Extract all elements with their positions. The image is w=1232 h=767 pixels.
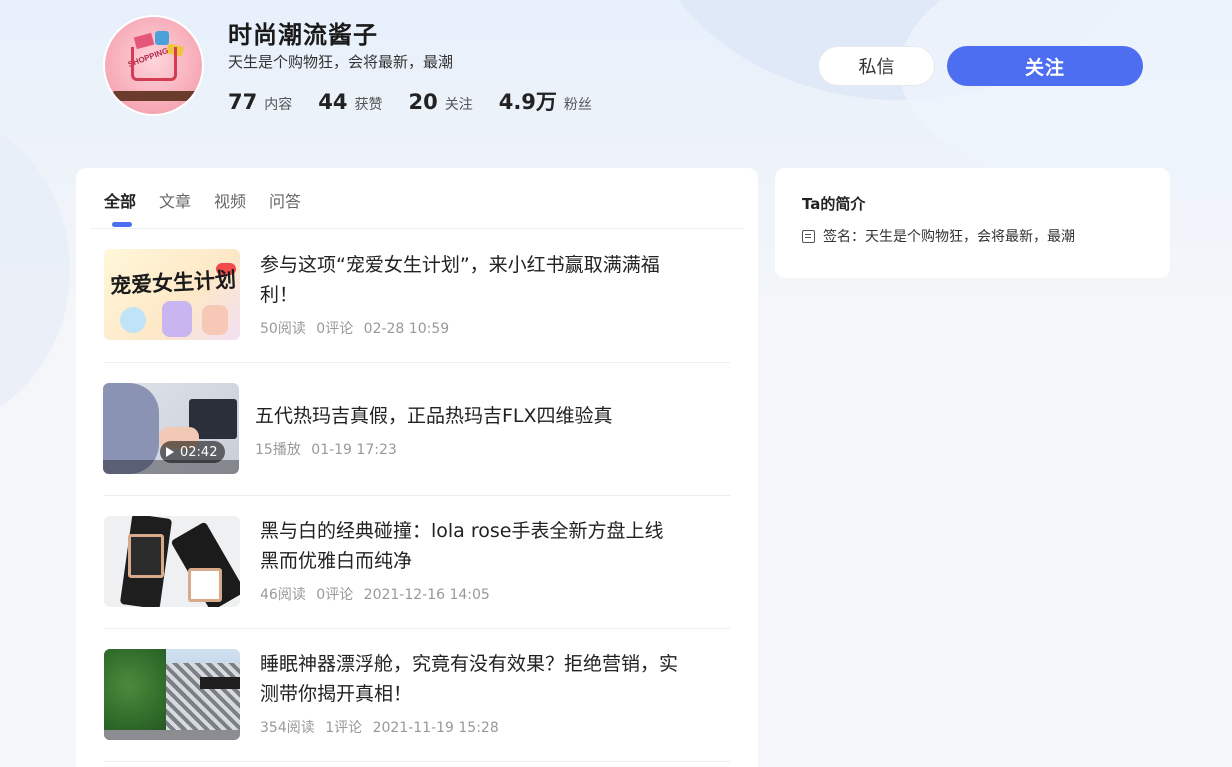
- stat-likes: 44 获赞: [318, 90, 382, 114]
- tab-all[interactable]: 全部: [104, 188, 136, 228]
- intro-card: Ta的简介 签名：天生是个购物狂，会将最新，最潮: [775, 168, 1170, 278]
- item-title[interactable]: 五代热玛吉真假，正品热玛吉FLX四维验真: [255, 401, 675, 431]
- play-icon: [166, 447, 174, 457]
- item-title[interactable]: 黑与白的经典碰撞：lola rose手表全新方盘上线 黑而优雅白而纯净: [260, 516, 680, 576]
- shopping-cart-icon: [131, 47, 177, 81]
- item-title[interactable]: 睡眠神器漂浮舱，究竟有没有效果？拒绝营销，实测带你揭开真相！: [260, 649, 680, 709]
- stat-value: 20: [408, 90, 438, 114]
- play-count: 15播放: [255, 442, 301, 458]
- video-duration: 02:42: [180, 444, 218, 460]
- item-meta: 46阅读 0评论 2021-12-16 14:05: [260, 584, 496, 604]
- publish-time: 2021-11-19 15:28: [372, 720, 499, 736]
- signature-text: 签名：天生是个购物狂，会将最新，最潮: [823, 229, 1075, 245]
- read-count: 46阅读: [260, 587, 306, 603]
- stat-label: 获赞: [354, 97, 383, 113]
- document-icon: [802, 229, 815, 243]
- publish-time: 2021-12-16 14:05: [363, 587, 490, 603]
- tab-qa[interactable]: 问答: [269, 188, 301, 228]
- tab-divider: [90, 228, 744, 229]
- item-meta: 50阅读 0评论 02-28 10:59: [260, 318, 455, 338]
- intro-title: Ta的简介: [802, 195, 866, 213]
- video-duration-badge: 02:42: [160, 441, 226, 463]
- list-item[interactable]: 睡眠神器漂浮舱，究竟有没有效果？拒绝营销，实测带你揭开真相！ 354阅读 1评论…: [104, 629, 730, 762]
- content-card: 全部 文章 视频 问答 宠爱女生计划 参与这项“宠爱女生计划”，来小红书赢取满满…: [76, 168, 758, 767]
- item-thumbnail[interactable]: [104, 649, 240, 740]
- stat-value: 77: [228, 90, 258, 114]
- item-thumbnail[interactable]: 02:42: [103, 383, 239, 474]
- comment-count: 1评论: [325, 720, 363, 736]
- tab-videos[interactable]: 视频: [214, 188, 246, 228]
- list-item[interactable]: 宠爱女生计划 参与这项“宠爱女生计划”，来小红书赢取满满福利！ 50阅读 0评论…: [104, 230, 730, 363]
- thumbnail-text: 宠爱女生计划: [109, 267, 237, 299]
- content-tabs: 全部 文章 视频 问答: [104, 188, 324, 228]
- item-thumbnail[interactable]: [104, 516, 240, 607]
- stat-value: 44: [318, 90, 348, 114]
- tab-articles[interactable]: 文章: [159, 188, 191, 228]
- list-item[interactable]: 黑与白的经典碰撞：lola rose手表全新方盘上线 黑而优雅白而纯净 46阅读…: [104, 496, 730, 629]
- read-count: 354阅读: [260, 720, 315, 736]
- stat-content[interactable]: 77 内容: [228, 90, 292, 114]
- profile-name: 时尚潮流酱子: [228, 21, 378, 49]
- list-item[interactable]: 02:42 五代热玛吉真假，正品热玛吉FLX四维验真 15播放 01-19 17…: [103, 363, 730, 496]
- stat-label: 关注: [444, 97, 473, 113]
- stat-label: 内容: [264, 97, 293, 113]
- message-button[interactable]: 私信: [818, 46, 935, 86]
- stat-followers[interactable]: 4.9万 粉丝: [499, 86, 592, 116]
- item-meta: 354阅读 1评论 2021-11-19 15:28: [260, 717, 505, 737]
- profile-stats: 77 内容 44 获赞 20 关注 4.9万 粉丝: [228, 86, 618, 116]
- item-meta: 15播放 01-19 17:23: [255, 439, 403, 459]
- publish-time: 02-28 10:59: [363, 321, 450, 337]
- item-title[interactable]: 参与这项“宠爱女生计划”，来小红书赢取满满福利！: [260, 250, 680, 310]
- stat-value: 4.9万: [498, 90, 557, 114]
- read-count: 50阅读: [260, 321, 306, 337]
- profile-bio: 天生是个购物狂，会将最新，最潮: [228, 53, 454, 71]
- intro-signature: 签名：天生是个购物狂，会将最新，最潮: [802, 226, 1075, 246]
- follow-button[interactable]: 关注: [947, 46, 1143, 86]
- stat-label: 粉丝: [563, 97, 592, 113]
- item-thumbnail[interactable]: 宠爱女生计划: [104, 249, 240, 340]
- comment-count: 0评论: [316, 321, 354, 337]
- avatar[interactable]: SHOPPING: [103, 15, 204, 116]
- stat-following[interactable]: 20 关注: [408, 90, 472, 114]
- comment-count: 0评论: [316, 587, 354, 603]
- publish-time: 01-19 17:23: [311, 442, 397, 458]
